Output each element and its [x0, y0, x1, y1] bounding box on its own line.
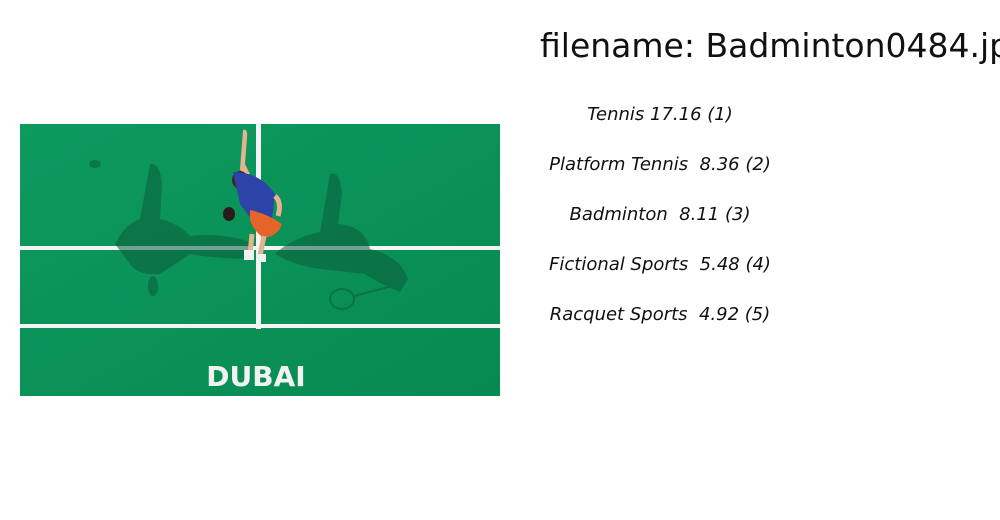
page: DUBAI filename: Badminton0484.jp Tennis …	[0, 0, 1000, 520]
prediction-item-5: Racquet Sports 4.92 (5)	[549, 304, 771, 325]
prediction-item-2: Platform Tennis 8.36 (2)	[549, 154, 771, 175]
court-line-horizontal-2	[20, 324, 500, 328]
filename-label: filename: Badminton0484.jp	[540, 26, 1000, 65]
badminton-photo: DUBAI	[20, 124, 500, 396]
prediction-item-1: Tennis 17.16 (1)	[587, 104, 733, 125]
dubai-logo: DUBAI	[206, 360, 305, 393]
prediction-list: Tennis 17.16 (1) Platform Tennis 8.36 (2…	[520, 98, 800, 348]
prediction-item-3: Badminton 8.11 (3)	[569, 204, 751, 225]
prediction-item-4: Fictional Sports 5.48 (4)	[549, 254, 771, 275]
